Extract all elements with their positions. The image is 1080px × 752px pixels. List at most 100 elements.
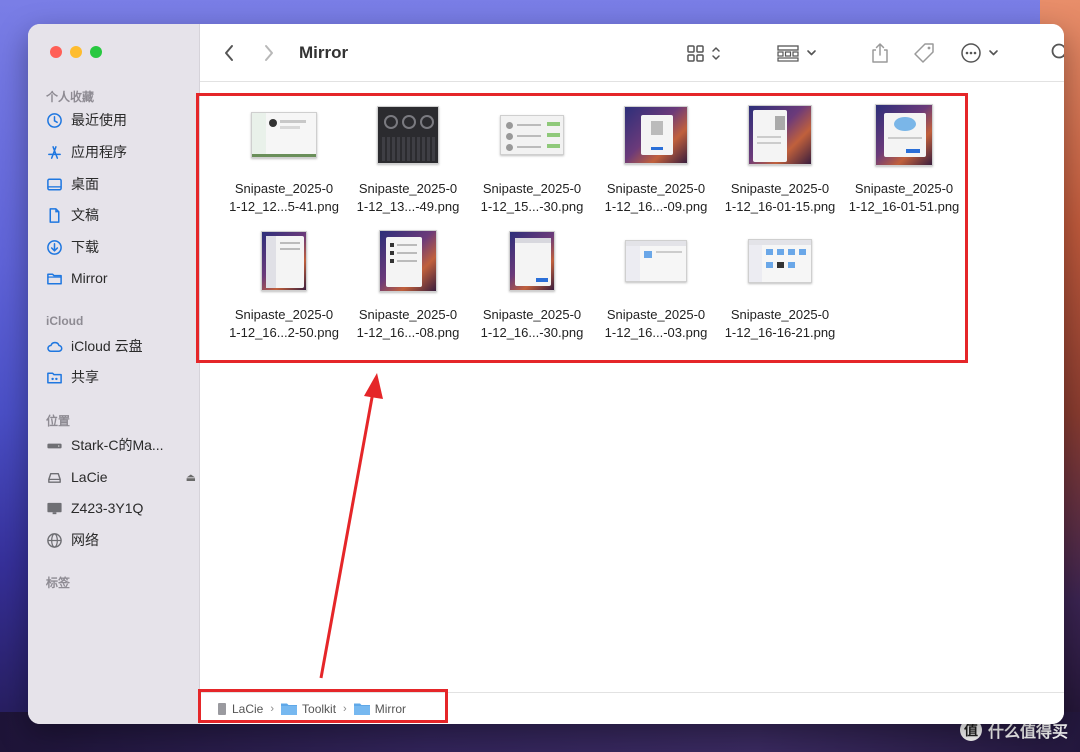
mac-mini-icon	[47, 443, 62, 448]
sidebar-item-icloud-drive[interactable]: iCloud 云盘	[46, 334, 196, 358]
path-item-label: Toolkit	[302, 701, 337, 716]
file-thumbnail	[748, 239, 812, 283]
file-item[interactable]: Snipaste_2025-0 1-12_16-16-21.png	[720, 226, 840, 342]
file-name: Snipaste_2025-0 1-12_16...-30.png	[480, 307, 584, 340]
search-button[interactable]	[1050, 41, 1064, 65]
document-icon	[49, 207, 60, 223]
back-button[interactable]	[222, 41, 236, 65]
file-name: Snipaste_2025-0 1-12_12...5-41.png	[229, 181, 339, 214]
chevron-right-icon	[265, 45, 273, 61]
sidebar-item-label: 文稿	[71, 207, 99, 223]
file-item[interactable]: Snipaste_2025-0 1-12_16...2-50.png	[224, 226, 344, 342]
close-button[interactable]	[50, 46, 62, 58]
minimize-button[interactable]	[70, 46, 82, 58]
sidebar-item-recents[interactable]: 最近使用	[46, 108, 196, 132]
sidebar-item-label: 最近使用	[71, 112, 127, 128]
file-name: Snipaste_2025-0 1-12_16...-08.png	[356, 307, 460, 340]
tag-button[interactable]	[913, 41, 935, 65]
more-actions-button[interactable]	[960, 41, 1002, 65]
share-button[interactable]	[870, 41, 890, 65]
sidebar-section-icloud: iCloud	[46, 314, 84, 328]
file-name: Snipaste_2025-0 1-12_16...-03.png	[604, 307, 708, 340]
file-name: Snipaste_2025-0 1-12_13...-49.png	[356, 181, 460, 214]
sidebar-section-locations: 位置	[46, 414, 71, 428]
sidebar-item-mirror[interactable]: Mirror	[46, 266, 196, 290]
grid-view-icon	[687, 45, 720, 62]
path-bar: LaCie › Toolkit › Mirror	[200, 692, 1064, 724]
window-title: Mirror	[299, 43, 349, 62]
path-item-lacie[interactable]: LaCie	[217, 702, 263, 716]
path-item-toolkit[interactable]: Toolkit	[281, 702, 336, 716]
sidebar-item-label: Mirror	[71, 270, 108, 286]
file-thumbnail	[261, 231, 307, 291]
view-mode-button[interactable]	[686, 41, 726, 65]
sidebar-item-documents[interactable]: 文稿	[46, 203, 196, 227]
file-item[interactable]: Snipaste_2025-0 1-12_16...-09.png	[596, 100, 716, 216]
file-thumbnail	[509, 231, 555, 291]
share-icon	[872, 43, 888, 63]
sidebar-item-desktop[interactable]: 桌面	[46, 172, 196, 196]
apps-icon	[48, 145, 61, 159]
path-separator-icon: ›	[270, 702, 275, 715]
sidebar-item-label: LaCie	[71, 469, 108, 485]
search-icon	[1051, 43, 1064, 59]
file-thumbnail-container	[348, 226, 468, 296]
zoom-button[interactable]	[90, 46, 102, 58]
sidebar: 个人收藏 最近使用 应用程序 桌面 文稿 下载 Mirror iCloud iC…	[28, 24, 200, 724]
network-icon	[47, 532, 62, 548]
drive-icon	[48, 472, 61, 483]
file-item[interactable]: Snipaste_2025-0 1-12_12...5-41.png	[224, 100, 344, 216]
sidebar-item-label: 共享	[71, 369, 99, 385]
file-thumbnail-container	[596, 226, 716, 296]
sidebar-item-lacie[interactable]: LaCie ⏏	[46, 465, 196, 489]
file-thumbnail	[500, 115, 564, 155]
file-thumbnail-container	[720, 100, 840, 170]
sidebar-item-label: 下载	[71, 239, 99, 255]
path-separator-icon: ›	[343, 702, 347, 715]
forward-button[interactable]	[262, 41, 276, 65]
sidebar-section-favorites: 个人收藏	[46, 90, 95, 104]
file-item[interactable]: Snipaste_2025-0 1-12_16...-03.png	[596, 226, 716, 342]
sidebar-item-label: 应用程序	[71, 144, 127, 160]
folder-icon	[281, 703, 298, 715]
monitor-icon	[47, 502, 62, 514]
sidebar-section-tags: 标签	[46, 576, 71, 590]
file-thumbnail-container	[472, 226, 592, 296]
sidebar-item-applications[interactable]: 应用程序	[46, 140, 196, 164]
file-name: Snipaste_2025-0 1-12_16...-09.png	[604, 181, 708, 214]
download-icon	[47, 239, 62, 255]
path-item-mirror[interactable]: Mirror	[353, 702, 406, 716]
ellipsis-icon	[961, 43, 998, 63]
file-name: Snipaste_2025-0 1-12_16-01-15.png	[724, 181, 836, 214]
file-thumbnail	[379, 230, 437, 292]
file-item[interactable]: Snipaste_2025-0 1-12_16...-30.png	[472, 226, 592, 342]
file-grid: Snipaste_2025-0 1-12_12...5-41.png Snipa…	[200, 82, 1064, 692]
file-item[interactable]: Snipaste_2025-0 1-12_15...-30.png	[472, 100, 592, 216]
file-thumbnail-container	[844, 100, 964, 170]
sidebar-item-mac[interactable]: Stark-C的Ma...	[46, 433, 196, 457]
sidebar-item-network[interactable]: 网络	[46, 528, 196, 552]
file-item[interactable]: Snipaste_2025-0 1-12_16-01-51.png	[844, 100, 964, 216]
desktop-icon	[47, 178, 62, 190]
file-thumbnail	[625, 240, 687, 282]
window-controls	[50, 46, 102, 58]
file-thumbnail-container	[720, 226, 840, 296]
tag-icon	[914, 43, 934, 63]
toolbar: Mirror	[200, 24, 1064, 82]
eject-icon[interactable]: ⏏	[186, 471, 196, 484]
sidebar-item-label: Stark-C的Ma...	[71, 437, 164, 453]
file-name: Snipaste_2025-0 1-12_16-01-51.png	[848, 181, 960, 214]
drive-icon	[218, 702, 226, 715]
folder-icon	[353, 703, 370, 715]
file-item[interactable]: Snipaste_2025-0 1-12_16-01-15.png	[720, 100, 840, 216]
path-item-label: LaCie	[232, 701, 264, 716]
file-thumbnail	[748, 105, 812, 165]
file-item[interactable]: Snipaste_2025-0 1-12_16...-08.png	[348, 226, 468, 342]
sidebar-item-z423[interactable]: Z423-3Y1Q	[46, 496, 196, 520]
sidebar-item-shared[interactable]: 共享	[46, 365, 196, 389]
file-item[interactable]: Snipaste_2025-0 1-12_13...-49.png	[348, 100, 468, 216]
group-icon	[777, 45, 816, 62]
sidebar-item-downloads[interactable]: 下载	[46, 235, 196, 259]
file-thumbnail	[377, 106, 439, 164]
group-button[interactable]	[777, 41, 821, 65]
